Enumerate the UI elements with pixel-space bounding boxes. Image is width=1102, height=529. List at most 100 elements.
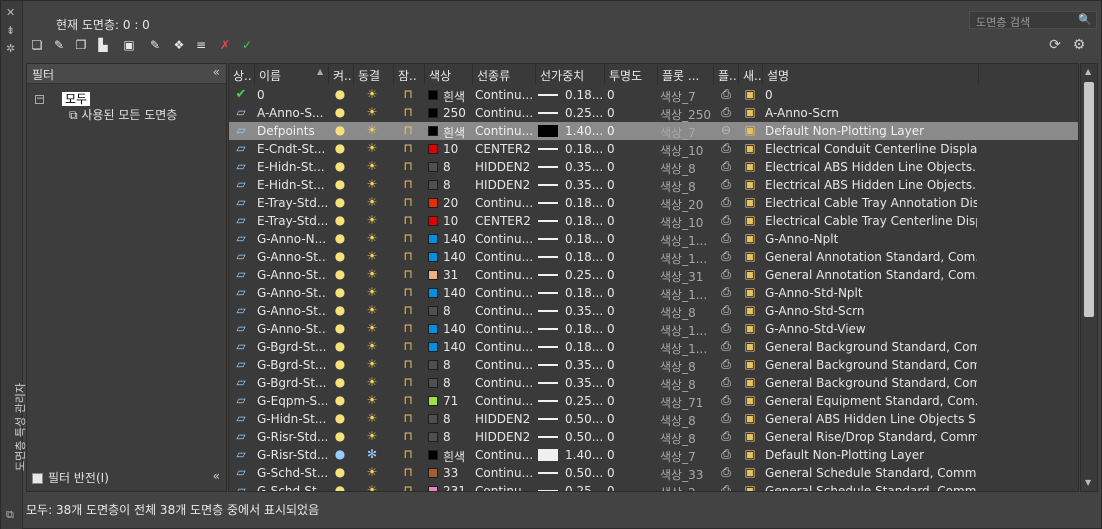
layer-transparency[interactable]: 0 (607, 250, 647, 264)
sun-icon[interactable]: ✻ (365, 447, 379, 462)
printer-icon[interactable]: ⎙ (719, 195, 733, 210)
layer-transparency[interactable]: 0 (607, 394, 647, 408)
layer-name[interactable]: G-Anno-N... (257, 232, 327, 246)
close-icon[interactable]: ✕ (6, 7, 15, 19)
layer-name[interactable]: E-Hidn-St... (257, 178, 327, 192)
layer-status-icon[interactable]: ▱ (233, 411, 249, 426)
layer-lineweight[interactable]: 0.18... (565, 232, 603, 246)
printer-icon[interactable]: ⎙ (719, 231, 733, 246)
layer-color[interactable]: 흰색 (443, 124, 473, 141)
layer-linetype[interactable]: Continu... (475, 394, 533, 408)
layer-row[interactable]: ▱ G-Hidn-St... ● ☀ ⊓ 8 HIDDEN2 0.50... 0 색상_8 ⎙ ▣ Ge… (229, 410, 1078, 428)
new-vp-freeze-icon[interactable]: ▣ (743, 483, 757, 491)
new-vp-freeze-icon[interactable]: ▣ (743, 357, 757, 372)
layer-linetype[interactable]: Continu... (475, 196, 533, 210)
layer-name[interactable]: G-Anno-St... (257, 250, 327, 264)
color-swatch[interactable] (428, 468, 438, 478)
layer-row[interactable]: ▱ G-Risr-Std... ● ✻ ⊓ 흰색 Continu... 1.40... 0 색상_… (229, 446, 1078, 464)
new-vp-freeze-icon[interactable]: ▣ (743, 87, 757, 102)
sun-icon[interactable]: ☀ (365, 321, 379, 336)
layer-row[interactable]: ▱ G-Risr-Std... ● ☀ ⊓ 8 HIDDEN2 0.50... 0 색상_8 ⎙ ▣ G… (229, 428, 1078, 446)
layer-description[interactable]: General Background Standard, Com... (765, 376, 977, 390)
printer-icon[interactable]: ⎙ (719, 87, 733, 102)
new-group-filter-icon[interactable]: ✎ (51, 37, 67, 53)
sun-icon[interactable]: ☀ (365, 393, 379, 408)
col-freeze[interactable]: 동결 (356, 67, 392, 84)
layer-lineweight[interactable]: 0.18... (565, 322, 603, 336)
layer-transparency[interactable]: 0 (607, 268, 647, 282)
lightbulb-icon[interactable]: ● (333, 357, 347, 372)
layer-description[interactable]: G-Anno-Nplt (765, 232, 977, 246)
layer-name[interactable]: G-Schd-St... (257, 466, 327, 480)
layer-color[interactable]: 흰색 (443, 88, 473, 105)
lightbulb-icon[interactable]: ● (333, 159, 347, 174)
layer-linetype[interactable]: HIDDEN2 (475, 430, 533, 444)
layer-name[interactable]: G-Anno-St... (257, 322, 327, 336)
layer-linetype[interactable]: CENTER2 (475, 214, 533, 228)
color-swatch[interactable] (428, 324, 438, 334)
new-vp-freeze-icon[interactable]: ▣ (743, 159, 757, 174)
lock-icon[interactable]: ⊓ (401, 285, 415, 300)
layer-row[interactable]: ▱ E-Tray-Std... ● ☀ ⊓ 20 Continu... 0.18... 0 색상_… (229, 194, 1078, 212)
layer-description[interactable]: General Background Standard, Com... (765, 358, 977, 372)
lock-icon[interactable]: ⊓ (401, 411, 415, 426)
layer-lineweight[interactable]: 0.18... (565, 88, 603, 102)
layer-linetype[interactable]: HIDDEN2 (475, 412, 533, 426)
printer-icon[interactable]: ⎙ (719, 429, 733, 444)
layer-linetype[interactable]: Continu... (475, 286, 533, 300)
lightbulb-icon[interactable]: ● (333, 339, 347, 354)
new-vp-freeze-icon[interactable]: ▣ (743, 285, 757, 300)
layer-transparency[interactable]: 0 (607, 304, 647, 318)
layer-lineweight[interactable]: 0.35... (565, 178, 603, 192)
lock-icon[interactable]: ⊓ (401, 393, 415, 408)
sun-icon[interactable]: ☀ (365, 159, 379, 174)
layer-color[interactable]: 8 (443, 358, 473, 372)
lock-icon[interactable]: ⊓ (401, 339, 415, 354)
layer-status-icon[interactable]: ▱ (233, 303, 249, 318)
layer-transparency[interactable]: 0 (607, 430, 647, 444)
lock-icon[interactable]: ⊓ (401, 357, 415, 372)
layer-linetype[interactable]: Continu... (475, 484, 533, 491)
layer-linetype[interactable]: Continu... (475, 124, 533, 138)
layer-row[interactable]: ▱ Defpoints ● ☀ ⊓ 흰색 Continu... 1.40... 0 색상_7 ⊖ ▣ D… (229, 122, 1078, 141)
printer-icon[interactable]: ⎙ (719, 393, 733, 408)
printer-icon[interactable]: ⎙ (719, 411, 733, 426)
lightbulb-icon[interactable]: ● (333, 267, 347, 282)
layer-status-icon[interactable]: ▱ (233, 375, 249, 390)
layer-linetype[interactable]: Continu... (475, 448, 533, 462)
sun-icon[interactable]: ☀ (365, 195, 379, 210)
layer-transparency[interactable]: 0 (607, 412, 647, 426)
lock-icon[interactable]: ⊓ (401, 123, 415, 138)
color-swatch[interactable] (428, 180, 438, 190)
new-vp-freeze-icon[interactable]: ▣ (743, 249, 757, 264)
printer-icon[interactable]: ⎙ (719, 447, 733, 462)
layer-transparency[interactable]: 0 (607, 484, 647, 491)
sun-icon[interactable]: ☀ (365, 141, 379, 156)
lock-icon[interactable]: ⊓ (401, 321, 415, 336)
layer-linetype[interactable]: CENTER2 (475, 142, 533, 156)
layer-status-icon[interactable]: ▱ (233, 141, 249, 156)
new-vp-freeze-icon[interactable]: ▣ (743, 141, 757, 156)
vertical-scrollbar[interactable]: ▲ ▼ (1080, 63, 1098, 492)
color-swatch[interactable] (428, 414, 438, 424)
layer-lineweight[interactable]: 0.50... (565, 412, 603, 426)
layer-color[interactable]: 8 (443, 160, 473, 174)
invert-filter-checkbox[interactable]: 필터 반전(I) (32, 469, 109, 486)
color-swatch[interactable] (428, 234, 438, 244)
printer-icon[interactable]: ⎙ (719, 177, 733, 192)
lock-icon[interactable]: ⊓ (401, 105, 415, 120)
layer-name[interactable]: G-Anno-St... (257, 286, 327, 300)
layer-color[interactable]: 33 (443, 466, 473, 480)
layer-status-icon[interactable]: ▱ (233, 249, 249, 264)
new-vp-freeze-icon[interactable]: ▣ (743, 447, 757, 462)
lightbulb-icon[interactable]: ● (333, 411, 347, 426)
layer-color[interactable]: 8 (443, 430, 473, 444)
printer-icon[interactable]: ⎙ (719, 357, 733, 372)
sun-icon[interactable]: ☀ (365, 231, 379, 246)
layer-row[interactable]: ▱ G-Anno-N... ● ☀ ⊓ 140 Continu... 0.18... 0 색상_1… (229, 230, 1078, 248)
layer-status-icon[interactable]: ▱ (233, 231, 249, 246)
printer-icon[interactable]: ⎙ (719, 159, 733, 174)
layer-transparency[interactable]: 0 (607, 124, 647, 138)
layer-name[interactable]: G-Bgrd-St... (257, 376, 327, 390)
layer-lineweight[interactable]: 0.25... (565, 484, 603, 491)
